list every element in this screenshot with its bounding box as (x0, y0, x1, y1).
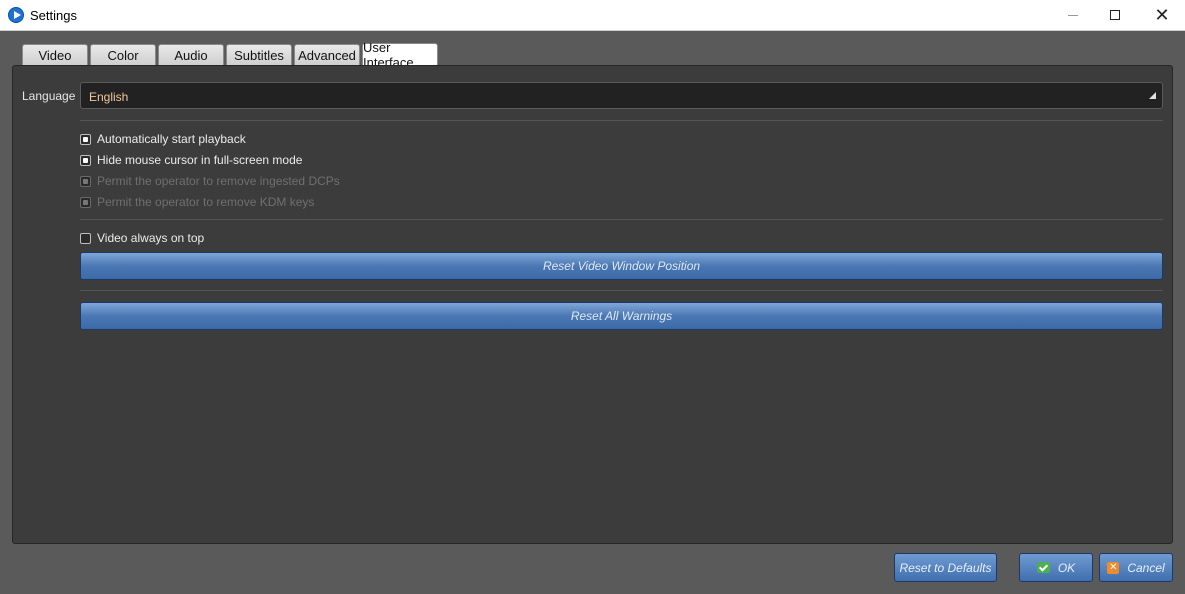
divider (80, 120, 1163, 121)
checkbox-video-always-on-top[interactable]: Video always on top (80, 229, 204, 247)
reset-defaults-button[interactable]: Reset to Defaults (894, 553, 997, 582)
checkbox-auto-start-playback[interactable]: Automatically start playback (80, 130, 246, 148)
language-value: English (89, 90, 129, 104)
cancel-x-icon: ✕ (1107, 561, 1120, 574)
checkbox-hide-mouse-cursor[interactable]: Hide mouse cursor in full-screen mode (80, 151, 302, 169)
cancel-label: Cancel (1127, 560, 1165, 575)
checkbox-label: Video always on top (97, 231, 205, 245)
settings-tabs: Video Color Audio Subtitles Advanced Use… (22, 40, 440, 70)
tab-advanced[interactable]: Advanced (294, 44, 360, 65)
cancel-button[interactable]: ✕ Cancel (1099, 553, 1173, 582)
checkbox-box (80, 196, 91, 208)
check-icon (1036, 562, 1050, 573)
language-label: Language (22, 89, 76, 103)
checkbox-permit-remove-kdm: Permit the operator to remove KDM keys (80, 193, 314, 211)
close-icon: ✕ (1154, 4, 1170, 25)
tab-audio[interactable]: Audio (158, 44, 224, 65)
checkbox-box (80, 175, 91, 187)
checkbox-box[interactable] (80, 133, 91, 145)
minimize-icon (1068, 14, 1078, 16)
reset-defaults-label: Reset to Defaults (899, 560, 992, 575)
ok-label: OK (1057, 560, 1076, 575)
tab-user-interface[interactable]: User Interface (362, 40, 438, 70)
maximize-icon (1110, 10, 1120, 20)
ok-button[interactable]: OK (1019, 553, 1093, 582)
app-play-icon (8, 7, 24, 23)
checkbox-label: Permit the operator to remove ingested D… (97, 174, 340, 188)
divider (80, 219, 1163, 220)
divider (80, 290, 1163, 291)
minimize-button[interactable] (1050, 0, 1096, 30)
language-select[interactable]: English (80, 82, 1163, 109)
checkbox-permit-remove-dcps: Permit the operator to remove ingested D… (80, 172, 340, 190)
checkbox-label: Hide mouse cursor in full-screen mode (97, 153, 303, 167)
reset-video-window-button[interactable]: Reset Video Window Position (80, 252, 1163, 280)
close-button[interactable]: ✕ (1139, 0, 1185, 30)
reset-warnings-button[interactable]: Reset All Warnings (80, 302, 1163, 330)
checkbox-box[interactable] (80, 232, 91, 244)
checkbox-label: Permit the operator to remove KDM keys (97, 195, 315, 209)
window-title: Settings (30, 8, 77, 23)
maximize-button[interactable] (1092, 0, 1138, 30)
tab-color[interactable]: Color (90, 44, 156, 65)
tab-subtitles[interactable]: Subtitles (226, 44, 292, 65)
dropdown-arrow-icon (1149, 92, 1156, 99)
checkbox-label: Automatically start playback (97, 132, 246, 146)
tab-video[interactable]: Video (22, 44, 88, 65)
checkbox-box[interactable] (80, 154, 91, 166)
title-bar: Settings ✕ (0, 0, 1185, 31)
